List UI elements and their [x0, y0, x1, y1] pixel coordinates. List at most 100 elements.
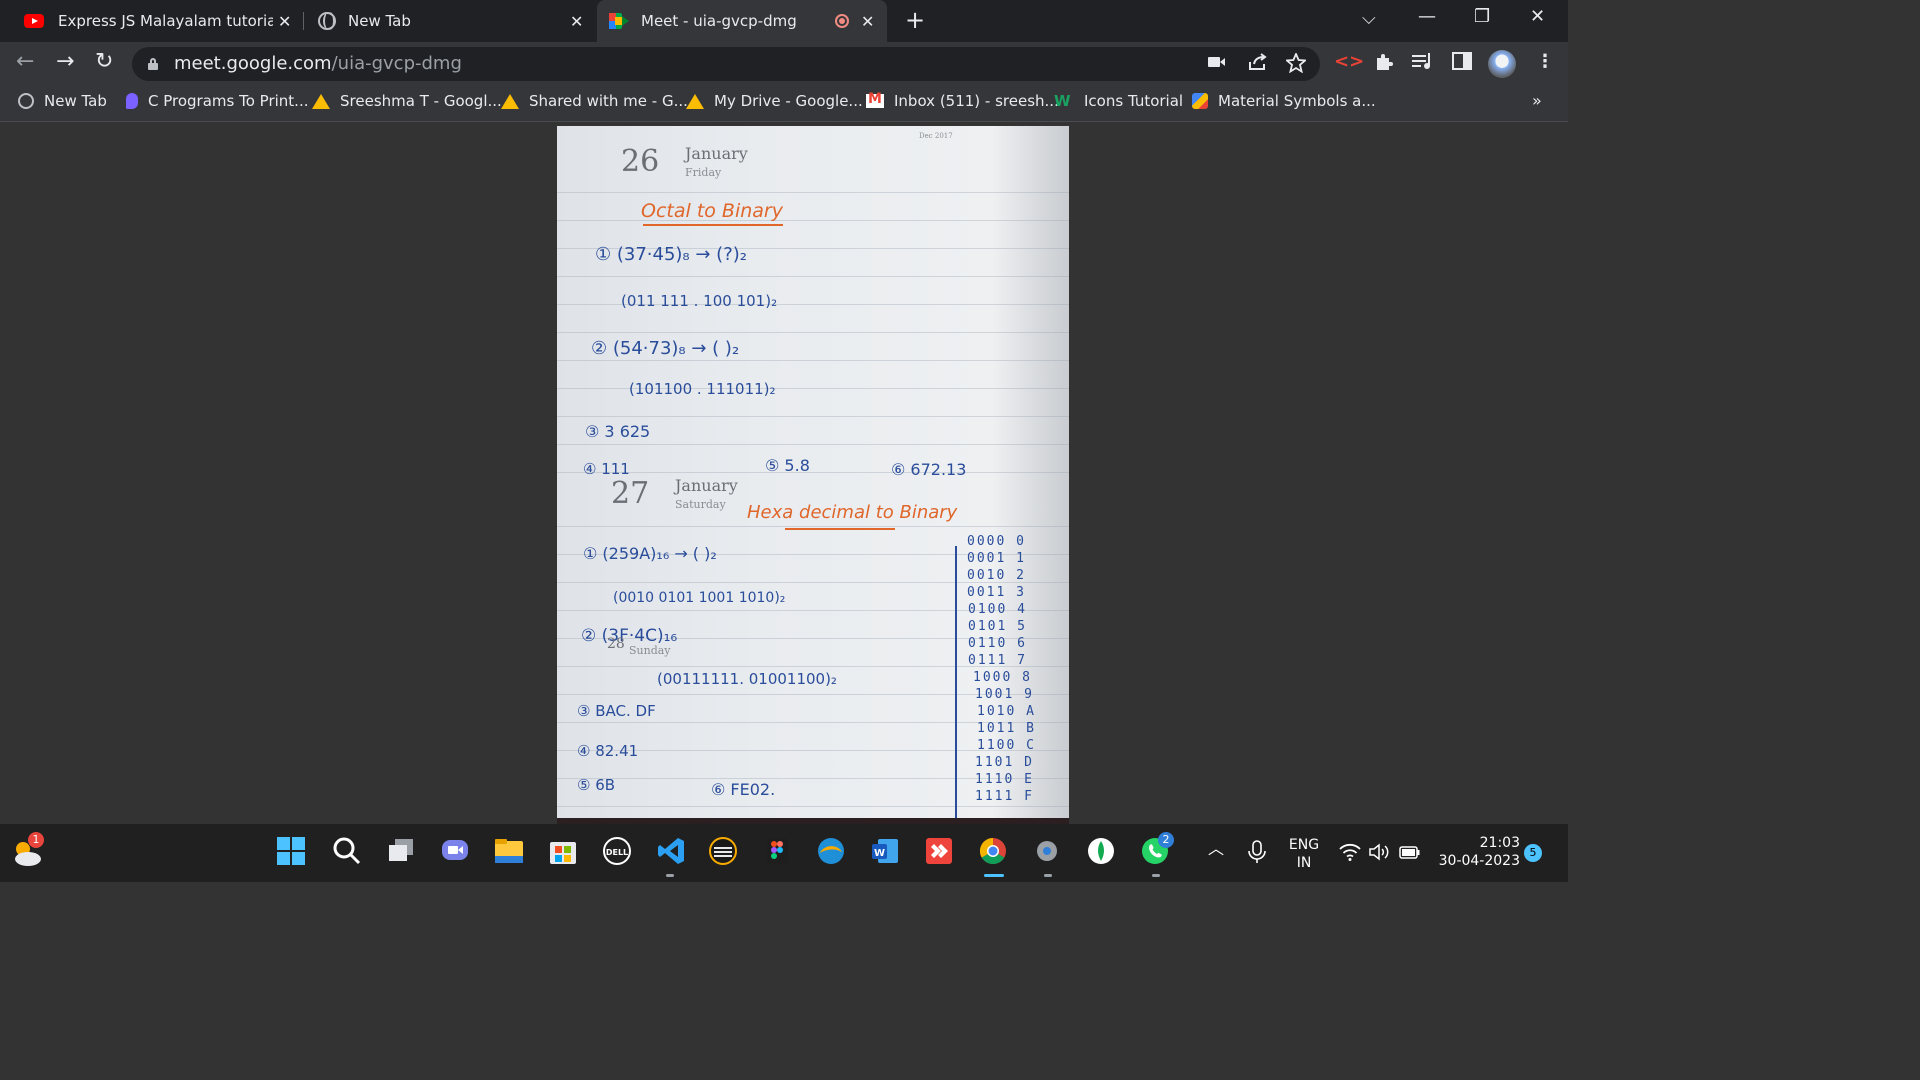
- bookmark-my-drive[interactable]: My Drive - Google...: [686, 92, 863, 110]
- task-view-icon[interactable]: [386, 836, 418, 868]
- battery-icon[interactable]: [1398, 842, 1422, 862]
- hex-table-row: 1100 C: [977, 738, 1036, 753]
- new-tab-button[interactable]: +: [905, 8, 925, 32]
- volume-icon[interactable]: [1368, 842, 1392, 862]
- clock-date: 30-04-2023: [1438, 853, 1520, 869]
- bookmark-new-tab[interactable]: New Tab: [18, 92, 107, 110]
- star-icon[interactable]: [1284, 51, 1308, 78]
- whatsapp-badge: 2: [1158, 832, 1174, 848]
- wifi-icon[interactable]: [1338, 842, 1362, 862]
- clock-time: 21:03: [1479, 835, 1520, 851]
- tab-search-icon[interactable]: ⌵: [1362, 8, 1376, 29]
- microsoft-store-icon[interactable]: [548, 836, 580, 868]
- windows-start-icon[interactable]: [276, 836, 308, 868]
- chrome-icon[interactable]: [978, 836, 1010, 868]
- notification-badge[interactable]: 5: [1524, 844, 1542, 862]
- hex-table-row: 0101 5: [968, 619, 1027, 634]
- chat-icon[interactable]: [440, 836, 472, 868]
- bookmarks-overflow-button[interactable]: »: [1532, 91, 1542, 110]
- bookmark-label: Icons Tutorial: [1084, 92, 1184, 110]
- figma-icon[interactable]: [762, 836, 794, 868]
- mongodb-icon[interactable]: [1086, 836, 1118, 868]
- reload-button[interactable]: ↻: [95, 51, 113, 73]
- browser-icon[interactable]: [816, 836, 848, 868]
- bookmark-label: C Programs To Print...: [148, 92, 309, 110]
- notebook-line: ⑤ 6B: [577, 776, 616, 794]
- url-text[interactable]: meet.google.com/uia-gvcp-dmg: [174, 53, 462, 74]
- bookmark-sreeshma-drive[interactable]: Sreeshma T - Googl...: [312, 92, 502, 110]
- app-icon[interactable]: [708, 836, 740, 868]
- puzzle-extension-icon[interactable]: [1374, 52, 1394, 77]
- language-code: ENG: [1288, 837, 1320, 853]
- calendar-month: January: [685, 144, 748, 163]
- figma-p-icon: [126, 93, 138, 109]
- hex-table-row: 1111 F: [975, 789, 1034, 804]
- calendar-weekday: Sunday: [629, 644, 671, 657]
- tray-overflow-chevron-icon[interactable]: ︿: [1208, 840, 1224, 858]
- close-icon[interactable]: ✕: [278, 12, 291, 31]
- tab-express-js[interactable]: Express JS Malayalam tutorial | Pa ✕: [16, 0, 300, 42]
- notebook-line: (101100 . 111011)₂: [629, 380, 776, 398]
- share-icon[interactable]: [1248, 53, 1268, 76]
- tab-title: New Tab: [348, 12, 411, 30]
- bookmark-label: New Tab: [44, 92, 107, 110]
- restore-button[interactable]: ❐: [1474, 6, 1490, 27]
- word-icon[interactable]: W: [870, 836, 902, 868]
- url-host: meet.google.com: [174, 53, 332, 74]
- hex-table-row: 1101 D: [975, 755, 1034, 770]
- bookmark-inbox[interactable]: Inbox (511) - sreesh...: [866, 91, 1059, 110]
- hex-table-row: 0000 0: [967, 534, 1026, 549]
- clock[interactable]: 21:03 30-04-2023: [1434, 834, 1520, 870]
- bookmark-material-symbols[interactable]: Material Symbols a...: [1192, 92, 1376, 110]
- region-code: IN: [1296, 855, 1312, 871]
- close-icon[interactable]: ✕: [861, 12, 874, 31]
- globe-icon: [318, 12, 336, 30]
- back-button[interactable]: ←: [16, 51, 34, 73]
- microphone-icon[interactable]: [1246, 840, 1268, 864]
- tab-meet[interactable]: Meet - uia-gvcp-dmg ✕: [597, 0, 887, 42]
- bookmark-shared-with-me[interactable]: Shared with me - G...: [501, 92, 688, 110]
- drive-icon: [312, 93, 330, 109]
- hex-table-row: 0011 3: [967, 585, 1026, 600]
- file-explorer-icon[interactable]: [494, 836, 526, 868]
- menu-icon[interactable]: ⋮: [1536, 52, 1554, 72]
- language-indicator[interactable]: ENG IN: [1284, 836, 1324, 872]
- anydesk-icon[interactable]: [924, 836, 956, 868]
- mini-calendar: Dec 2017: [919, 132, 1059, 140]
- dell-label: DELL: [606, 848, 628, 857]
- hex-table-row: 0100 4: [968, 602, 1027, 617]
- window-close-button[interactable]: ✕: [1530, 6, 1545, 27]
- bookmark-label: Inbox (511) - sreesh...: [894, 92, 1059, 110]
- windows-taskbar: 1 DELL W 2 ︿ ENG IN 21:03 30-04-2023 5: [0, 824, 1568, 882]
- tab-new-tab[interactable]: New Tab ✕: [310, 0, 592, 42]
- active-app-indicator: [984, 874, 1004, 877]
- avatar[interactable]: [1488, 50, 1516, 78]
- reading-list-icon[interactable]: [1412, 52, 1434, 75]
- camera-icon[interactable]: [1208, 53, 1226, 74]
- bookmarks-bar: New Tab C Programs To Print... Sreeshma …: [0, 84, 1568, 122]
- settings-icon[interactable]: [1032, 836, 1064, 868]
- notebook-line: (00111111. 01001100)₂: [657, 670, 837, 688]
- tab-title: Express JS Malayalam tutorial | Pa: [58, 12, 273, 30]
- bookmark-icons-tutorial[interactable]: W Icons Tutorial: [1054, 92, 1183, 110]
- calendar-day-number: 26: [621, 144, 660, 179]
- lock-icon[interactable]: [148, 58, 158, 70]
- bookmark-c-programs[interactable]: C Programs To Print...: [126, 92, 308, 110]
- code-extension-icon[interactable]: <>: [1334, 52, 1364, 72]
- vscode-icon[interactable]: [656, 836, 688, 868]
- forward-button[interactable]: →: [56, 51, 74, 73]
- hex-table-row: 1110 E: [975, 772, 1034, 787]
- mini-calendar-header: Dec 2017: [919, 132, 953, 140]
- close-icon[interactable]: ✕: [570, 12, 583, 31]
- side-panel-icon[interactable]: [1452, 52, 1472, 75]
- minimize-button[interactable]: —: [1418, 6, 1436, 27]
- dell-icon[interactable]: DELL: [602, 836, 634, 868]
- gmail-icon: [866, 91, 884, 108]
- running-indicator: [1044, 874, 1052, 877]
- tab-separator: [303, 12, 304, 30]
- calendar-day-number: 28: [607, 636, 625, 652]
- address-bar[interactable]: meet.google.com/uia-gvcp-dmg: [132, 47, 1320, 81]
- notebook-line: ⑥ FE02.: [711, 780, 776, 799]
- recording-icon: [835, 14, 849, 28]
- search-icon[interactable]: [332, 836, 364, 868]
